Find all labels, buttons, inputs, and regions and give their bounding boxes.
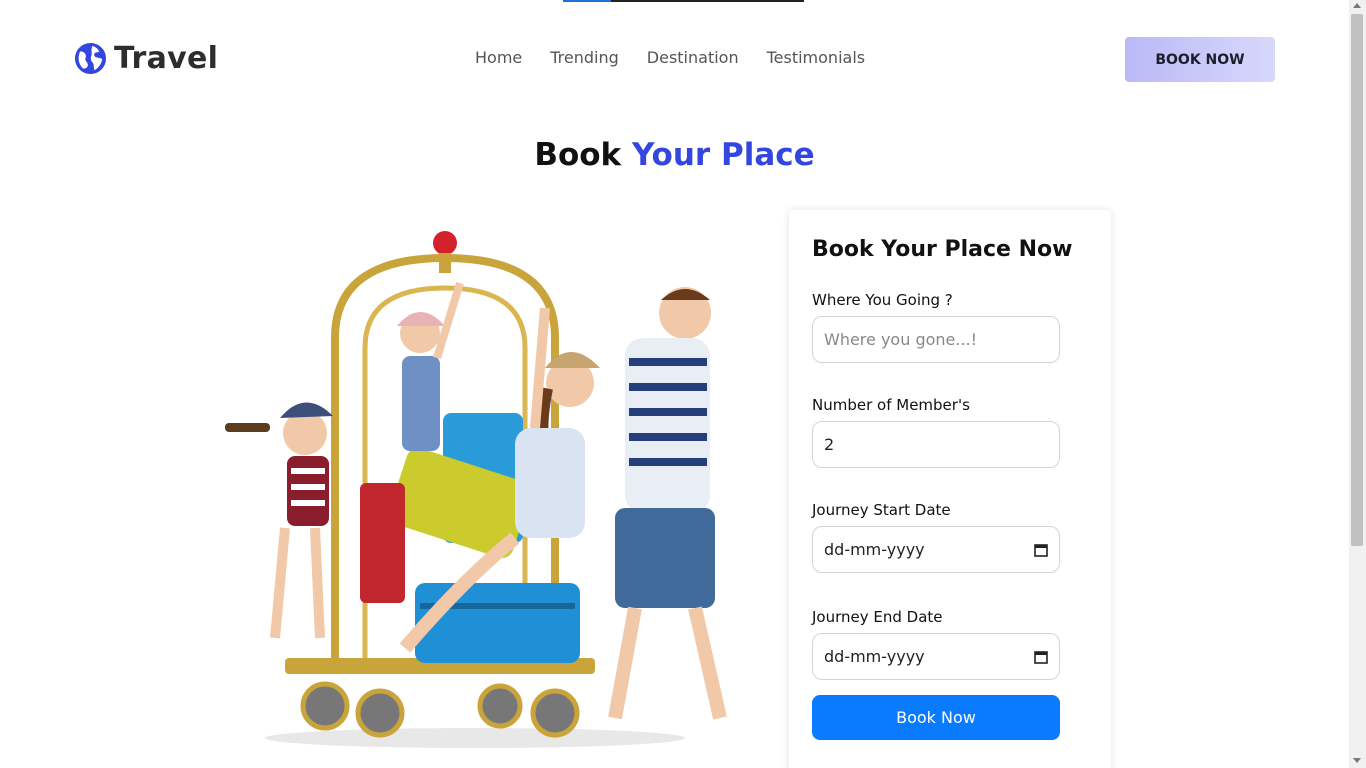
top-progress-active-segment (563, 0, 611, 2)
navbar: Travel Home Trending Destination Testimo… (0, 36, 1349, 82)
nav-destination[interactable]: Destination (647, 48, 739, 67)
top-progress-indicator (563, 0, 804, 2)
family-luggage-cart-illustration (225, 231, 727, 748)
scroll-down-arrow-icon[interactable] (1353, 758, 1361, 763)
start-date-value: dd-mm-yyyy (824, 540, 925, 559)
scrollbar-thumb[interactable] (1351, 14, 1363, 546)
start-date-label: Journey Start Date (812, 501, 951, 519)
calendar-icon[interactable] (1034, 650, 1048, 664)
members-value: 2 (824, 435, 835, 454)
main-nav: Home Trending Destination Testimonials (475, 48, 893, 67)
nav-testimonials[interactable]: Testimonials (767, 48, 866, 67)
calendar-icon[interactable] (1034, 543, 1048, 557)
booking-form-title: Book Your Place Now (812, 237, 1073, 262)
start-date-input[interactable]: dd-mm-yyyy (812, 526, 1060, 573)
destination-label: Where You Going ? (812, 291, 953, 309)
book-now-header-button[interactable]: BOOK NOW (1125, 37, 1275, 82)
booking-form-card: Book Your Place Now Where You Going ? Wh… (789, 210, 1111, 768)
members-label: Number of Member's (812, 396, 970, 414)
destination-input[interactable]: Where you gone...! (812, 316, 1060, 363)
scroll-up-arrow-icon[interactable] (1353, 3, 1361, 8)
brand-name: Travel (114, 41, 219, 76)
page-scrollbar[interactable] (1349, 0, 1366, 768)
book-now-submit-button[interactable]: Book Now (812, 695, 1060, 740)
end-date-input[interactable]: dd-mm-yyyy (812, 633, 1060, 680)
nav-home[interactable]: Home (475, 48, 522, 67)
brand-logo[interactable]: Travel (74, 41, 218, 76)
section-title: Book Your Place (0, 137, 1349, 173)
section-title-part1: Book (534, 137, 622, 173)
globe-icon (74, 42, 107, 75)
section-title-part2: Your Place (631, 137, 815, 173)
destination-placeholder: Where you gone...! (824, 330, 978, 349)
nav-trending[interactable]: Trending (550, 48, 619, 67)
members-input[interactable]: 2 (812, 421, 1060, 468)
end-date-value: dd-mm-yyyy (824, 647, 925, 666)
end-date-label: Journey End Date (812, 608, 943, 626)
